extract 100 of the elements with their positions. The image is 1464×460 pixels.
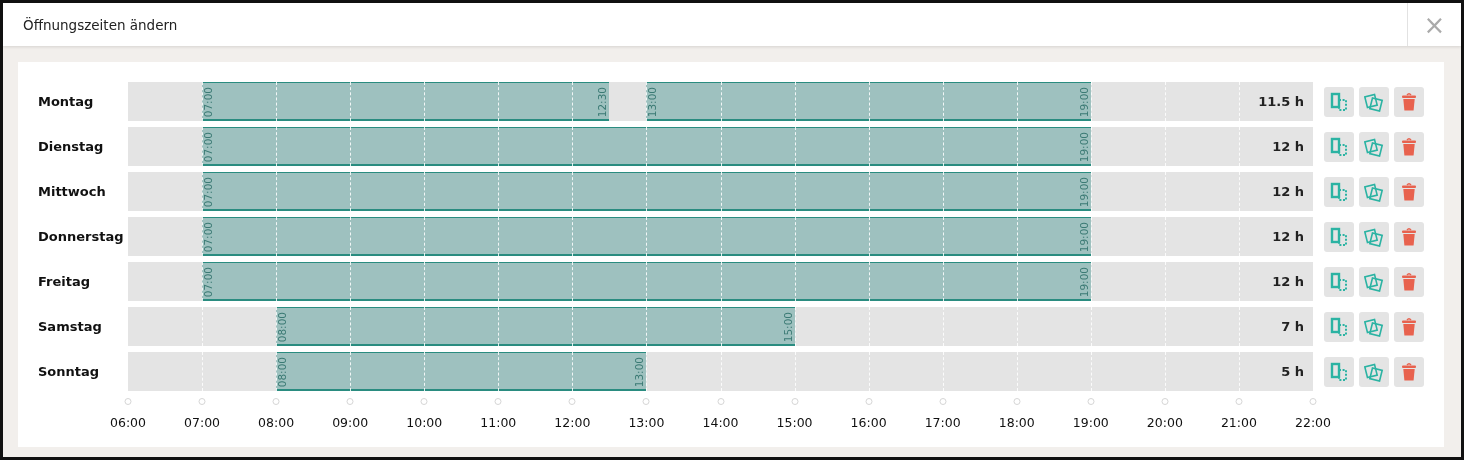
axis-label: 15:00: [776, 415, 813, 430]
time-label: 07:00: [203, 177, 215, 208]
copy-icon: [1329, 226, 1349, 247]
axis-tick: [1161, 398, 1169, 405]
duplicate-button[interactable]: [1359, 176, 1389, 207]
delete-button[interactable]: [1394, 86, 1424, 117]
axis-tick: [865, 398, 873, 405]
close-button[interactable]: ×: [1407, 3, 1461, 46]
axis-tick: [198, 398, 206, 405]
trash-icon: [1399, 316, 1419, 337]
axis-label: 16:00: [850, 415, 887, 430]
hours-total: 12 h: [1272, 273, 1304, 291]
day-label: Samstag: [38, 319, 103, 334]
time-label: 12:30: [597, 87, 609, 118]
axis-label: 07:00: [184, 415, 221, 430]
axis-label: 17:00: [924, 415, 961, 430]
delete-button[interactable]: [1394, 311, 1424, 342]
day-label: Mittwoch: [38, 184, 107, 199]
axis-tick: [1309, 398, 1317, 405]
day-label: Montag: [38, 94, 95, 109]
hours-total: 5 h: [1281, 363, 1304, 381]
delete-button[interactable]: [1394, 356, 1424, 387]
pages-icon: [1364, 91, 1384, 112]
delete-button[interactable]: [1394, 266, 1424, 297]
time-label: 08:00: [277, 357, 289, 388]
time-range-bar[interactable]: 07:00 19:00: [202, 262, 1091, 301]
axis-label: 06:00: [110, 415, 146, 430]
time-label: 07:00: [203, 267, 215, 298]
axis-label: 10:00: [406, 415, 443, 430]
delete-button[interactable]: [1394, 131, 1424, 162]
hours-total: 12 h: [1272, 138, 1304, 156]
time-label: 13:00: [634, 357, 646, 388]
trash-icon: [1399, 226, 1419, 247]
axis-label: 13:00: [628, 415, 665, 430]
axis-label: 18:00: [998, 415, 1035, 430]
axis-tick: [642, 398, 650, 405]
time-label: 19:00: [1078, 87, 1090, 118]
duplicate-button[interactable]: [1359, 131, 1389, 162]
dialog-title: Öffnungszeiten ändern: [22, 16, 179, 33]
trash-icon: [1399, 271, 1419, 292]
trash-icon: [1399, 181, 1419, 202]
time-label: 13:00: [647, 87, 659, 118]
time-label: 19:00: [1078, 222, 1090, 253]
time-label: 07:00: [203, 132, 215, 163]
hours-total: 12 h: [1272, 183, 1304, 201]
time-range-bar[interactable]: 07:00 19:00: [202, 127, 1091, 166]
axis-tick: [494, 398, 502, 405]
duplicate-button[interactable]: [1359, 221, 1389, 252]
trash-icon: [1399, 91, 1419, 112]
pages-icon: [1364, 181, 1384, 202]
time-label: 15:00: [782, 312, 794, 343]
delete-button[interactable]: [1394, 221, 1424, 252]
pages-icon: [1364, 361, 1384, 382]
hours-total: 11.5 h: [1258, 93, 1304, 111]
axis-tick: [791, 398, 799, 405]
axis-label: 20:00: [1146, 415, 1183, 430]
copy-icon: [1329, 271, 1349, 292]
day-label: Dienstag: [38, 139, 105, 154]
time-range-bar[interactable]: 07:00 19:00: [202, 172, 1091, 211]
copy-button[interactable]: [1324, 131, 1354, 162]
axis-tick: [1235, 398, 1243, 405]
pages-icon: [1364, 226, 1384, 247]
copy-button[interactable]: [1324, 176, 1354, 207]
delete-button[interactable]: [1394, 176, 1424, 207]
copy-icon: [1329, 136, 1349, 157]
axis-tick: [124, 398, 132, 405]
copy-button[interactable]: [1324, 266, 1354, 297]
axis-tick: [1013, 398, 1021, 405]
axis-label: 21:00: [1220, 415, 1257, 430]
axis-label: 14:00: [702, 415, 739, 430]
time-label: 19:00: [1078, 132, 1090, 163]
copy-button[interactable]: [1324, 221, 1354, 252]
pages-icon: [1364, 316, 1384, 337]
copy-button[interactable]: [1324, 356, 1354, 387]
day-label: Freitag: [38, 274, 92, 289]
copy-button[interactable]: [1324, 86, 1354, 117]
time-range-bar[interactable]: 13:00 19:00: [646, 82, 1091, 121]
hours-total: 7 h: [1281, 318, 1304, 336]
time-range-bar[interactable]: 07:00 19:00: [202, 217, 1091, 256]
time-label: 07:00: [203, 87, 215, 118]
time-range-bar[interactable]: 07:00 12:30: [202, 82, 610, 121]
time-range-bar[interactable]: 08:00 15:00: [276, 307, 795, 346]
day-label: Sonntag: [38, 364, 101, 379]
duplicate-button[interactable]: [1359, 356, 1389, 387]
axis-tick: [420, 398, 428, 405]
copy-button[interactable]: [1324, 311, 1354, 342]
axis-tick: [717, 398, 724, 405]
day-label: Donnerstag: [38, 229, 125, 244]
time-label: 19:00: [1078, 177, 1090, 208]
copy-icon: [1329, 91, 1349, 112]
copy-icon: [1329, 181, 1349, 202]
time-range-bar[interactable]: 08:00 13:00: [276, 352, 647, 391]
duplicate-button[interactable]: [1359, 86, 1389, 117]
axis-label: 09:00: [332, 415, 369, 430]
copy-icon: [1329, 316, 1349, 337]
pages-icon: [1364, 271, 1384, 292]
duplicate-button[interactable]: [1359, 311, 1389, 342]
duplicate-button[interactable]: [1359, 266, 1389, 297]
axis-label: 22:00: [1295, 415, 1331, 430]
trash-icon: [1399, 361, 1419, 382]
